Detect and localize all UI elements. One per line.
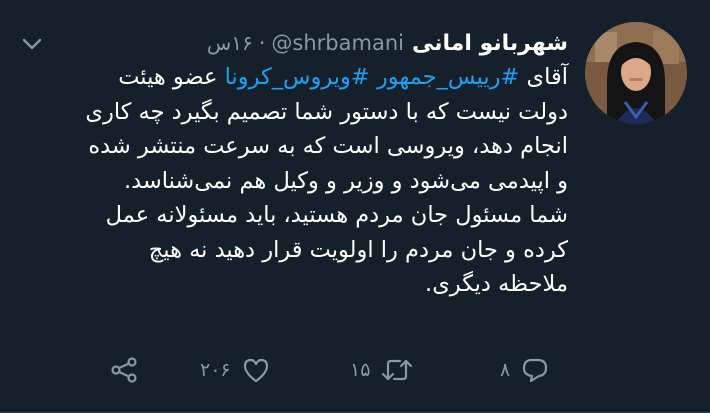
reply-button[interactable]: ۸ — [500, 350, 550, 390]
user-handle[interactable]: @shrbamani — [271, 31, 404, 55]
tweet-timestamp[interactable]: ۱۶س — [207, 31, 253, 55]
tweet-line-1: آقای #رییس_جمهور #ویروس_کرونا عضو هیئت — [28, 60, 568, 95]
tweet-line-7: ملاحظه دیگری. — [425, 271, 568, 297]
heart-icon — [243, 358, 268, 383]
text-fragment: آقای — [519, 64, 569, 90]
share-icon — [111, 357, 137, 383]
retweet-icon — [382, 359, 413, 381]
tweet-line-4: و اپیدمی می‌شود و وزیر و وکیل هم نمی‌شنا… — [123, 167, 568, 194]
user-avatar-photo — [585, 22, 687, 124]
like-count: ۲۰۶ — [200, 359, 231, 381]
retweet-count: ۱۵ — [350, 359, 371, 381]
like-button[interactable]: ۲۰۶ — [200, 350, 271, 390]
tweet-line-2: دولت نیست که با دستور شما تصمیم بگیرد چه… — [85, 98, 568, 125]
tweet-actions: ۸ ۱۵ ۲۰۶ — [0, 350, 710, 390]
tweet-text: آقای #رییس_جمهور #ویروس_کرونا عضو هیئت د… — [28, 60, 568, 302]
hashtag-link-president[interactable]: #رییس_جمهور — [377, 64, 519, 90]
chevron-down-icon — [22, 38, 42, 50]
reply-icon — [523, 358, 548, 383]
tweet-card[interactable]: شهربانو امانی @shrbamani · ۱۶س آقای #ریی… — [0, 0, 710, 413]
text-fragment — [370, 64, 377, 90]
tweet-line-3: انجام دهد، ویروسی است که به سرعت منتشر ش… — [88, 133, 568, 159]
separator-dot: · — [258, 31, 266, 55]
tweet-line-6: کرده و جان مردم را اولویت قرار دهید نه ه… — [148, 236, 568, 263]
share-button[interactable] — [108, 350, 140, 390]
retweet-button[interactable]: ۱۵ — [350, 350, 414, 390]
avatar[interactable] — [585, 22, 687, 124]
display-name[interactable]: شهربانو امانی — [412, 31, 568, 56]
more-options-button[interactable] — [18, 30, 46, 58]
text-fragment: عضو هیئت — [118, 64, 225, 90]
reply-count: ۸ — [500, 359, 511, 381]
tweet-line-5: شما مسئول جان مردم هستید، باید مسئولانه … — [105, 202, 568, 228]
tweet-header: شهربانو امانی @shrbamani · ۱۶س — [207, 26, 568, 60]
hashtag-link-coronavirus[interactable]: #ویروس_کرونا — [225, 64, 370, 90]
